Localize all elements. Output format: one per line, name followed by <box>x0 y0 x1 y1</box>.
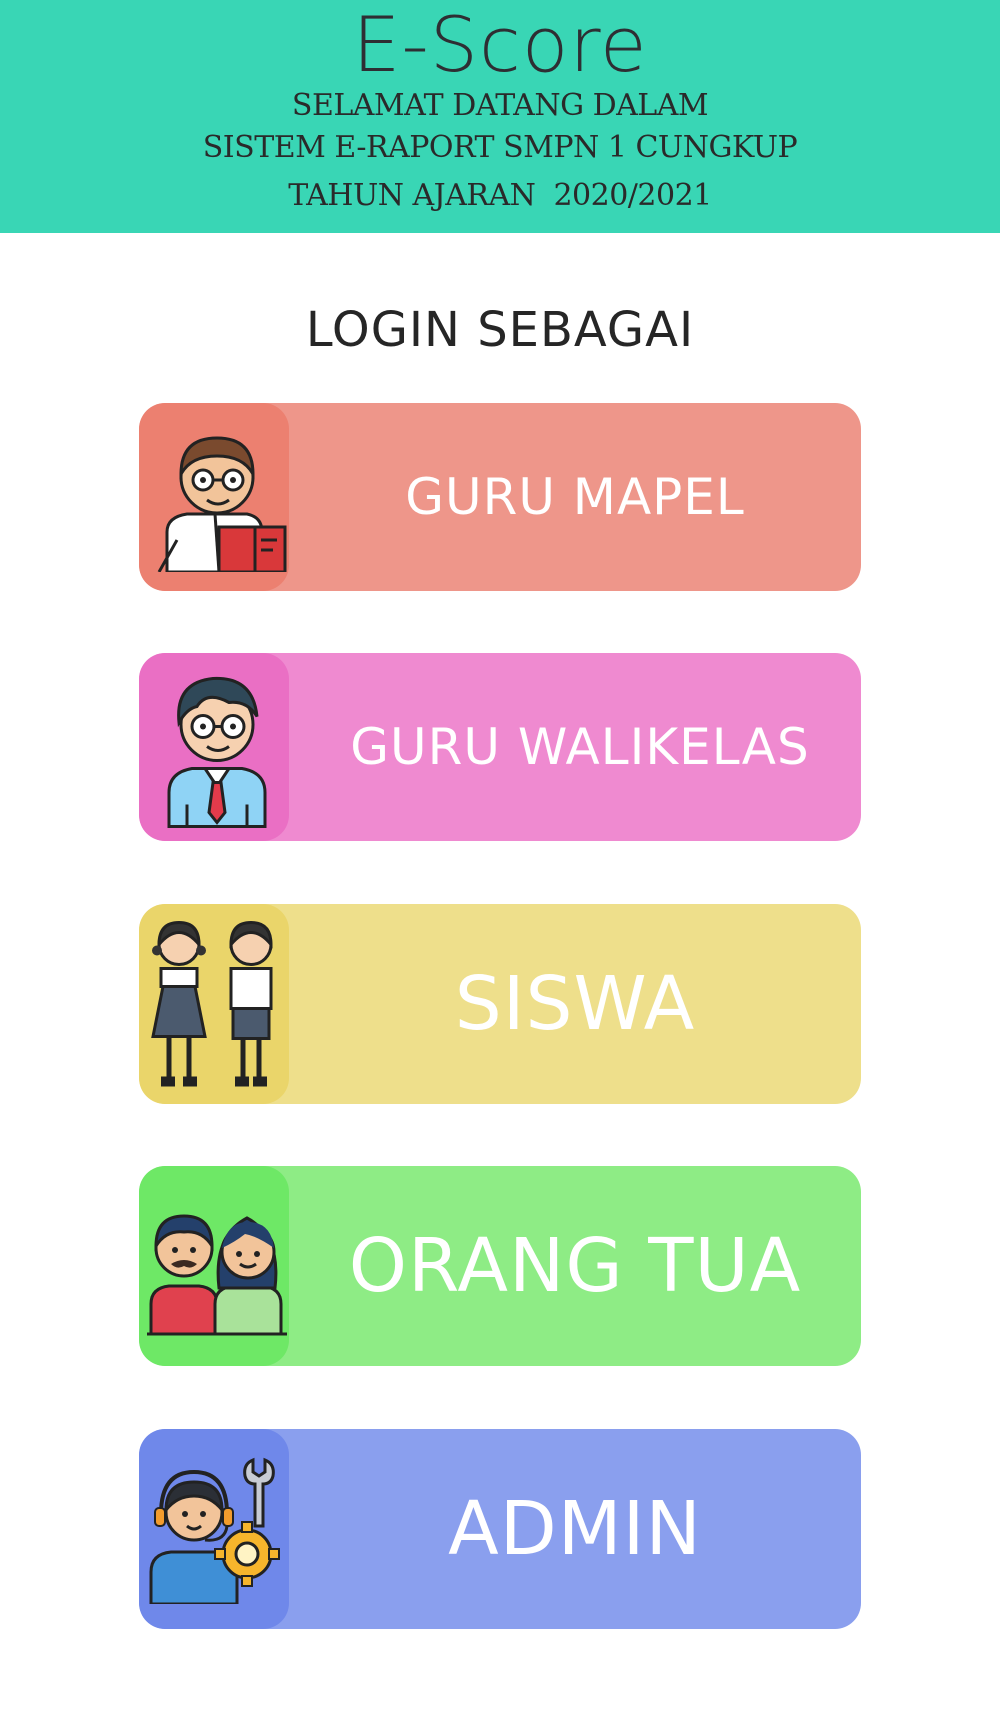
role-label: SISWA <box>454 961 696 1047</box>
teacher-desk-icon <box>139 403 289 591</box>
guru-mapel-button[interactable]: GURU MAPEL <box>139 403 861 591</box>
role-label: GURU WALIKELAS <box>350 718 810 776</box>
app-header: E-Score SELAMAT DATANG DALAM SISTEM E-RA… <box>0 0 1000 233</box>
role-label: ORANG TUA <box>348 1223 802 1309</box>
orang-tua-button[interactable]: ORANG TUA <box>139 1166 861 1366</box>
role-label: GURU MAPEL <box>405 468 745 526</box>
students-icon <box>139 904 289 1104</box>
admin-support-icon <box>139 1429 289 1629</box>
role-label: ADMIN <box>448 1486 702 1572</box>
system-name-line: SISTEM E-RAPORT SMPN 1 CUNGKUP <box>202 130 798 165</box>
admin-button[interactable]: ADMIN <box>139 1429 861 1629</box>
app-title: E-Score <box>352 0 648 89</box>
homeroom-teacher-icon <box>139 653 289 841</box>
school-year-line: TAHUN AJARAN 2020/2021 <box>288 178 712 213</box>
siswa-button[interactable]: SISWA <box>139 904 861 1104</box>
welcome-line: SELAMAT DATANG DALAM <box>291 88 709 123</box>
guru-walikelas-button[interactable]: GURU WALIKELAS <box>139 653 861 841</box>
parents-icon <box>139 1166 289 1366</box>
login-heading: LOGIN SEBAGAI <box>305 302 695 358</box>
